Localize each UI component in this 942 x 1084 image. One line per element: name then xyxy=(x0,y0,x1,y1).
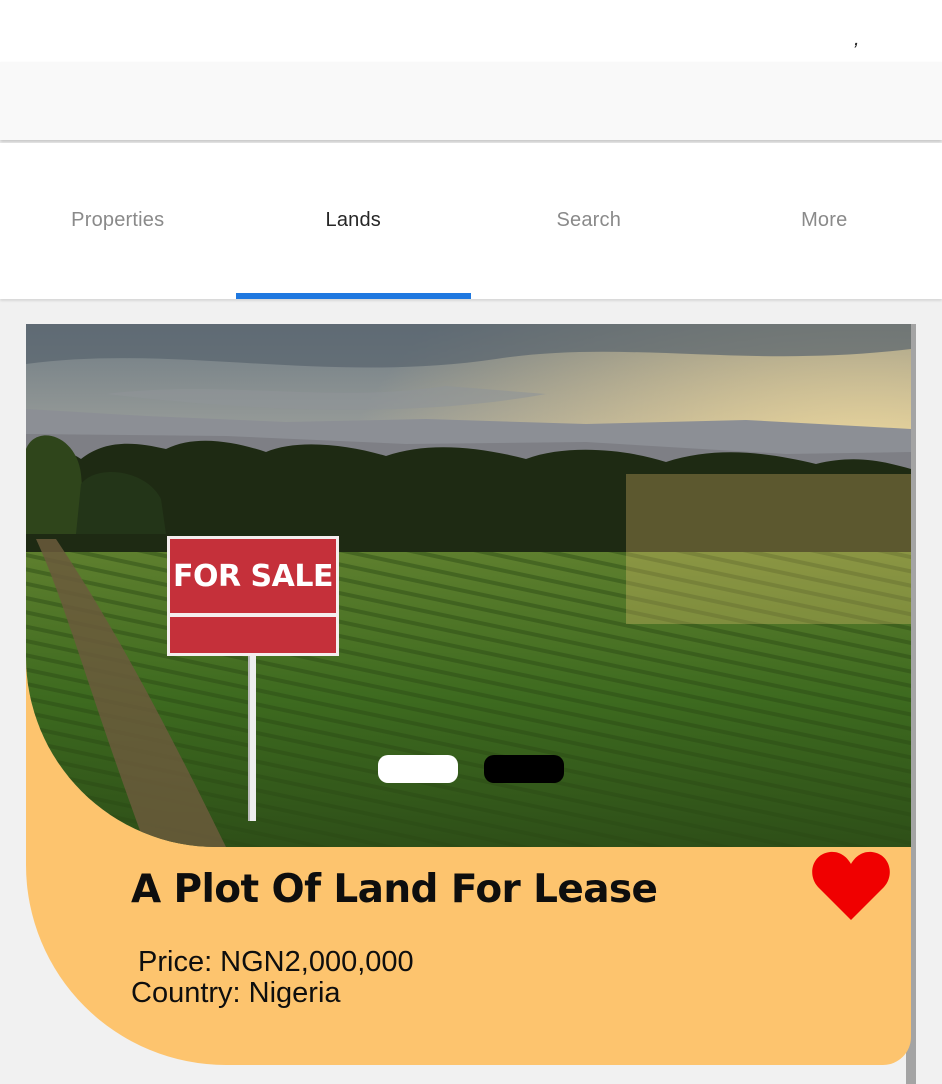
status-bar: , xyxy=(0,0,942,62)
listing-title: A Plot Of Land For Lease xyxy=(131,867,657,912)
listing-price: Price: NGN2,000,000 xyxy=(138,946,414,979)
sign-lower-board xyxy=(167,614,339,656)
carousel-indicator xyxy=(378,755,564,783)
listing-country: Country: Nigeria xyxy=(131,977,341,1010)
sign-post xyxy=(248,656,256,821)
for-sale-sign: FOR SALE xyxy=(167,536,339,656)
tab-lands[interactable]: Lands xyxy=(236,143,472,299)
tab-properties[interactable]: Properties xyxy=(0,143,236,299)
status-mark: , xyxy=(854,28,860,51)
tab-bar: Properties Lands Search More xyxy=(0,143,942,299)
app-toolbar xyxy=(0,62,942,140)
active-tab-indicator xyxy=(236,293,471,299)
listing-card[interactable]: FOR SALE A Plot Of Land For Lease Price:… xyxy=(26,324,911,1065)
sign-text: FOR SALE xyxy=(167,536,339,616)
heart-icon[interactable] xyxy=(810,850,892,922)
tab-search[interactable]: Search xyxy=(471,143,707,299)
carousel-dot-1[interactable] xyxy=(378,755,458,783)
carousel-dot-2[interactable] xyxy=(484,755,564,783)
listing-image[interactable]: FOR SALE xyxy=(26,324,911,847)
tab-more[interactable]: More xyxy=(707,143,942,299)
